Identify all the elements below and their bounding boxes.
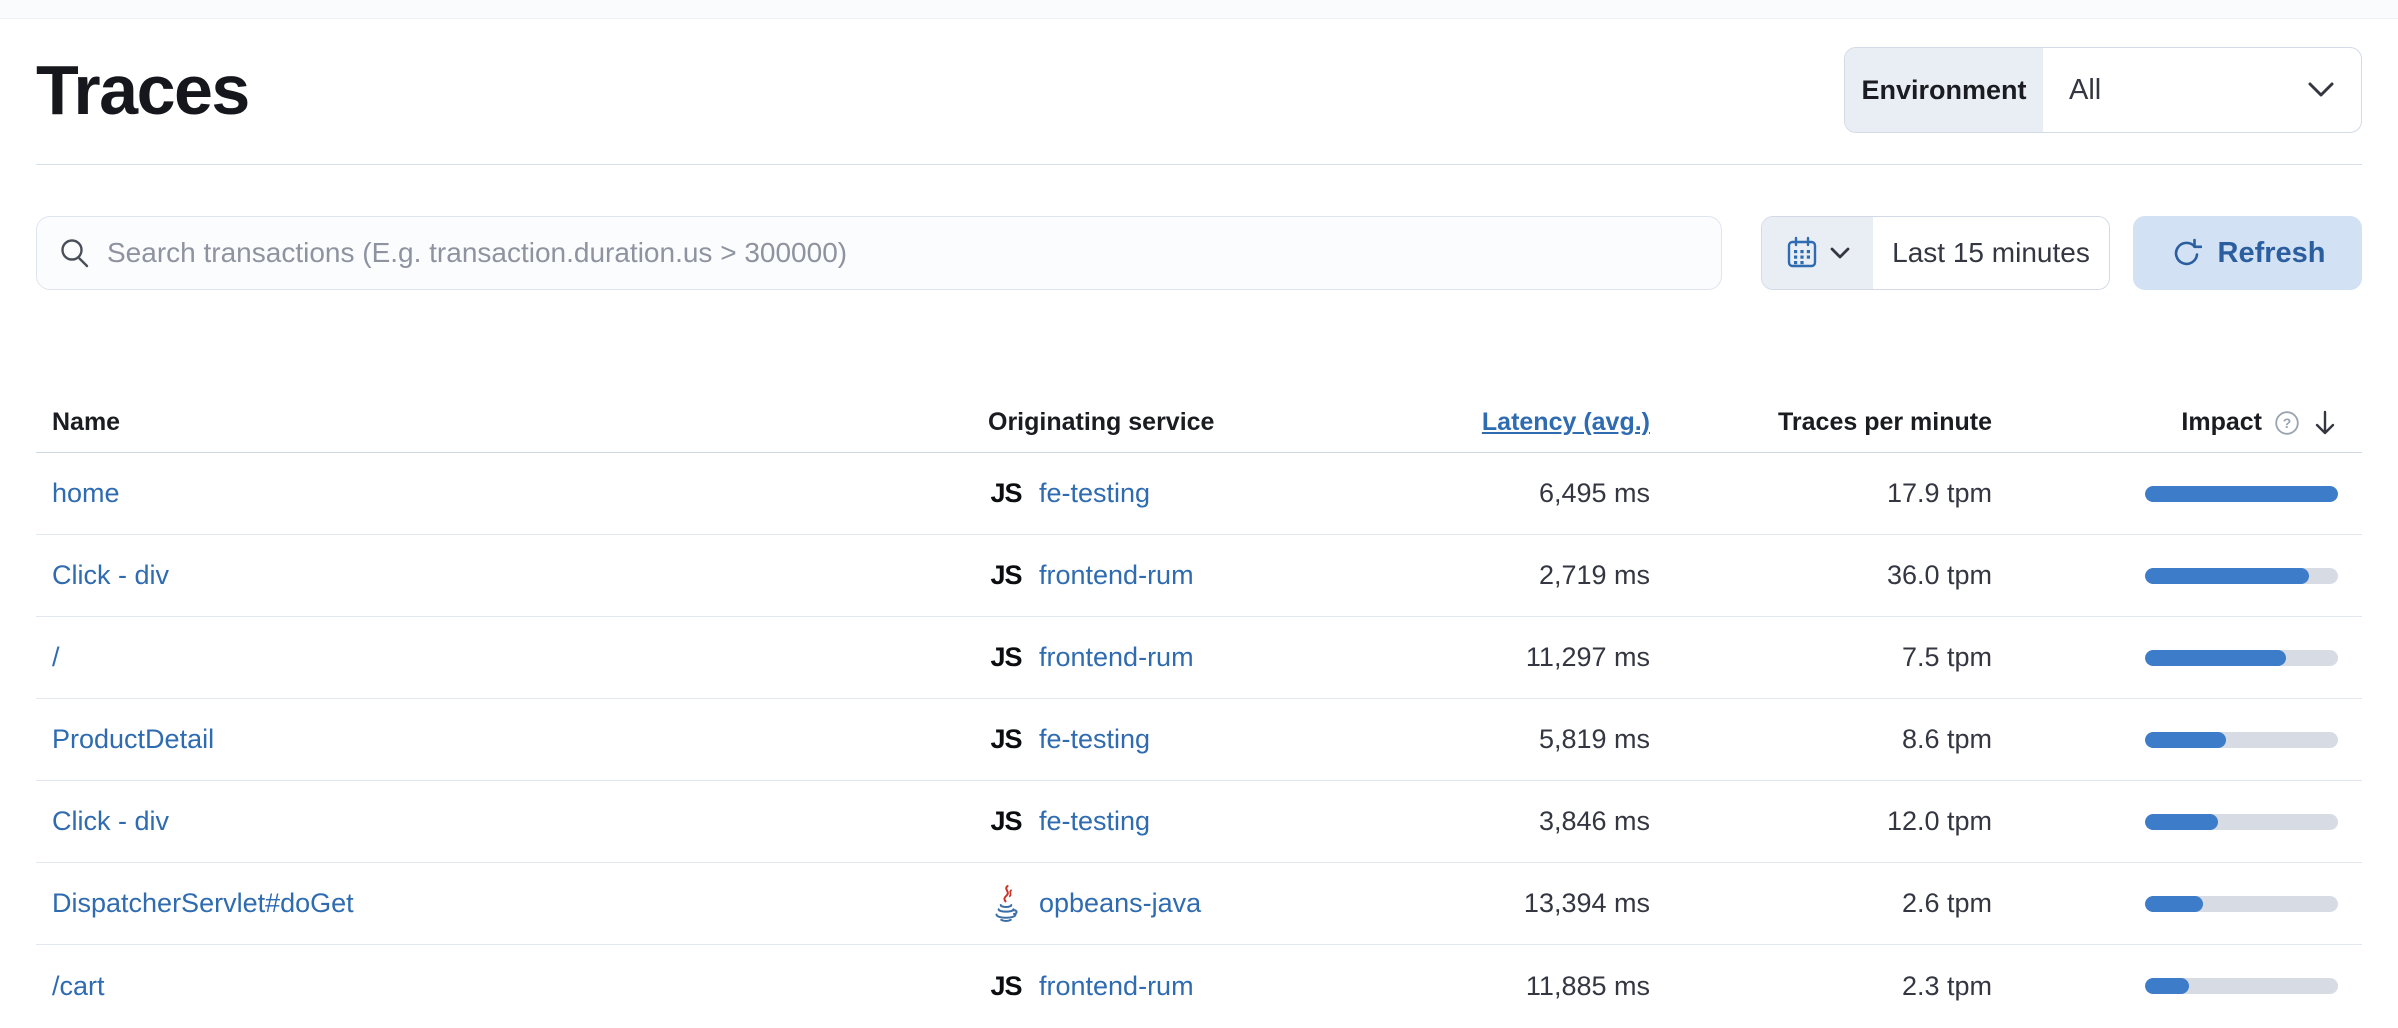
svg-text:?: ? [2283,415,2292,431]
impact-bar-fill [2145,650,2286,666]
column-header-latency: Latency (avg.) [1310,408,1666,437]
header-divider [36,164,2362,165]
date-picker: Last 15 minutes [1761,216,2110,290]
refresh-icon [2170,237,2202,269]
chevron-down-icon [1830,247,1850,260]
transaction-name-link[interactable]: Click - div [52,806,169,837]
impact-bar [2145,650,2338,666]
impact-bar-fill [2145,486,2338,502]
javascript-agent-icon: JS [990,480,1021,507]
column-header-service: Originating service [970,408,1310,437]
javascript-agent-icon: JS [990,808,1021,835]
tpm-value: 12.0 tpm [1887,806,1992,837]
date-picker-range-button[interactable]: Last 15 minutes [1873,217,2109,289]
impact-bar-fill [2145,568,2309,584]
table-row: ProductDetail JS [36,699,2362,781]
refresh-button[interactable]: Refresh [2133,216,2362,290]
tpm-value: 36.0 tpm [1887,560,1992,591]
latency-value: 13,394 ms [1524,888,1650,919]
transaction-name-link[interactable]: /cart [52,971,105,1002]
search-box [36,216,1722,290]
service-link[interactable]: frontend-rum [1039,560,1194,591]
table-row: /cart JS [36,945,2362,1027]
table-row: DispatcherServlet#doGet [36,863,2362,945]
column-header-name: Name [36,408,970,437]
latency-sort-link[interactable]: Latency (avg.) [1482,408,1650,437]
table-row: Click - div JS [36,535,2362,617]
javascript-agent-icon: JS [990,726,1021,753]
sort-descending-arrow-icon[interactable] [2312,409,2338,437]
environment-select-label: Environment [1845,48,2043,132]
latency-value: 11,297 ms [1526,642,1650,673]
service-link[interactable]: fe-testing [1039,724,1150,755]
impact-header-label[interactable]: Impact [2181,408,2262,437]
javascript-agent-icon: JS [990,644,1021,671]
window-top-edge [0,0,2398,19]
tpm-value: 2.3 tpm [1902,971,1992,1002]
javascript-agent-icon: JS [990,973,1021,1000]
java-agent-icon [991,885,1021,923]
impact-bar [2145,486,2338,502]
transaction-name-link[interactable]: DispatcherServlet#doGet [52,888,354,919]
transaction-name-link[interactable]: Click - div [52,560,169,591]
tpm-value: 2.6 tpm [1902,888,1992,919]
impact-bar-fill [2145,978,2189,994]
page-header: Traces Environment All [36,33,2362,147]
calendar-icon [1786,236,1818,270]
page-title: Traces [36,50,249,130]
impact-bar-fill [2145,814,2218,830]
latency-value: 5,819 ms [1539,724,1650,755]
refresh-button-label: Refresh [2218,237,2326,270]
service-link[interactable]: fe-testing [1039,806,1150,837]
table-body: home JS [36,453,2362,1027]
impact-bar-fill [2145,896,2203,912]
environment-select-value: All [2069,74,2307,107]
impact-help-icon[interactable]: ? [2274,410,2300,436]
environment-select[interactable]: Environment All [1844,47,2362,133]
impact-bar [2145,896,2338,912]
latency-value: 3,846 ms [1539,806,1650,837]
table-row: home JS [36,453,2362,535]
table-row: Click - div JS [36,781,2362,863]
column-header-tpm: Traces per minute [1666,408,2008,437]
tpm-value: 7.5 tpm [1902,642,1992,673]
latency-value: 6,495 ms [1539,478,1650,509]
service-link[interactable]: opbeans-java [1039,888,1201,919]
javascript-agent-icon: JS [990,562,1021,589]
service-link[interactable]: frontend-rum [1039,971,1194,1002]
search-icon [59,237,91,269]
date-picker-calendar-button[interactable] [1762,217,1873,289]
search-input[interactable] [107,237,1699,269]
service-link[interactable]: fe-testing [1039,478,1150,509]
impact-bar-fill [2145,732,2226,748]
tpm-value: 8.6 tpm [1902,724,1992,755]
table-header-row: Name Originating service Latency (avg.) … [36,393,2362,453]
impact-bar [2145,732,2338,748]
service-link[interactable]: frontend-rum [1039,642,1194,673]
traces-table: Name Originating service Latency (avg.) … [36,393,2362,1027]
toolbar: Last 15 minutes Refresh [36,216,2362,290]
column-header-impact: Impact ? [2008,408,2362,437]
tpm-value: 17.9 tpm [1887,478,1992,509]
chevron-down-icon [2307,81,2335,99]
latency-value: 2,719 ms [1539,560,1650,591]
transaction-name-link[interactable]: home [52,478,120,509]
transaction-name-link[interactable]: ProductDetail [52,724,214,755]
latency-value: 11,885 ms [1526,971,1650,1002]
impact-bar [2145,978,2338,994]
impact-bar [2145,814,2338,830]
table-row: / JS [36,617,2362,699]
transaction-name-link[interactable]: / [52,642,60,673]
impact-bar [2145,568,2338,584]
